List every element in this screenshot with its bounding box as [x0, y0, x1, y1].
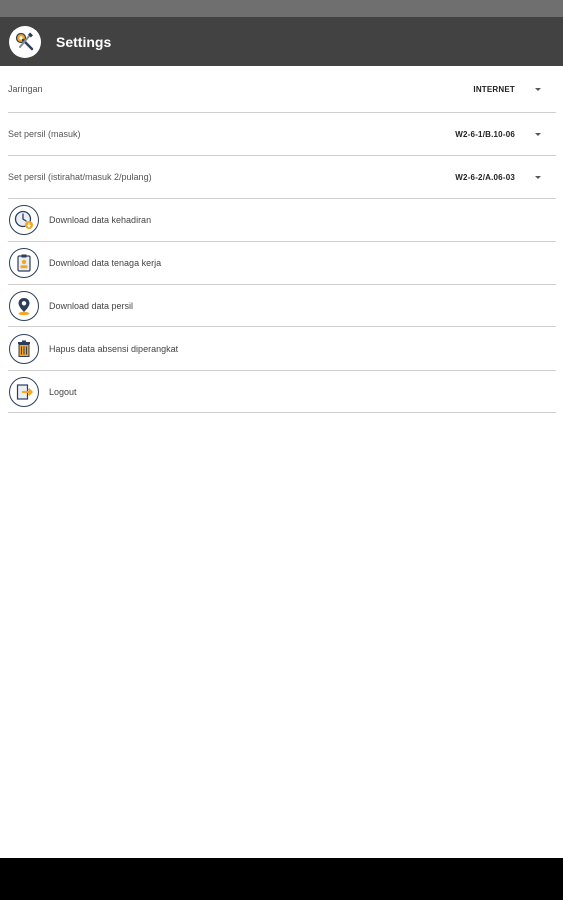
download-attendance-button[interactable]: Download data kehadiran — [8, 199, 556, 242]
logout-icon — [9, 376, 39, 407]
navigation-bar — [0, 858, 563, 900]
persil-break-value: W2-6-2/A.06-03 — [455, 172, 515, 182]
trash-icon — [9, 333, 39, 364]
network-label: Jaringan — [8, 84, 43, 94]
clock-download-icon — [9, 205, 39, 235]
status-bar — [0, 0, 563, 17]
delete-attendance-button[interactable]: Hapus data absensi diperangkat — [8, 327, 556, 371]
network-value: INTERNET — [473, 84, 515, 94]
clipboard-worker-icon — [9, 248, 39, 278]
download-persil-label: Download data persil — [49, 300, 134, 311]
logout-label: Logout — [49, 386, 77, 397]
settings-tools-icon[interactable] — [9, 25, 41, 58]
persil-in-label: Set persil (masuk) — [8, 129, 81, 139]
chevron-down-icon — [535, 175, 541, 179]
persil-break-label: Set persil (istirahat/masuk 2/pulang) — [8, 172, 152, 182]
network-select[interactable]: Jaringan INTERNET — [8, 66, 556, 113]
persil-in-value: W2-6-1/B.10-06 — [455, 129, 515, 139]
chevron-down-icon — [535, 132, 541, 136]
logout-button[interactable]: Logout — [8, 371, 556, 413]
download-workers-button[interactable]: Download data tenaga kerja — [8, 242, 556, 285]
delete-attendance-label: Hapus data absensi diperangkat — [49, 343, 179, 354]
download-persil-button[interactable]: Download data persil — [8, 285, 556, 327]
map-pin-icon — [9, 290, 39, 321]
download-attendance-label: Download data kehadiran — [49, 215, 152, 225]
app-bar: Settings — [0, 17, 563, 66]
chevron-down-icon — [535, 87, 541, 91]
download-workers-label: Download data tenaga kerja — [49, 258, 162, 268]
page-title: Settings — [56, 33, 112, 50]
persil-break-select[interactable]: Set persil (istirahat/masuk 2/pulang) W2… — [8, 156, 556, 199]
persil-in-select[interactable]: Set persil (masuk) W2-6-1/B.10-06 — [8, 113, 556, 156]
